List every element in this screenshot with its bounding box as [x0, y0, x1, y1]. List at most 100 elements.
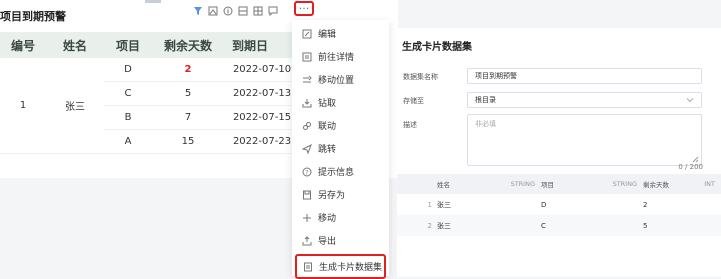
filter-icon[interactable] — [193, 6, 203, 16]
cell-name: 张三 — [46, 58, 104, 154]
dataset-name-value: 项目到期预警 — [475, 72, 517, 80]
menu-item-linkage[interactable]: 联动 — [292, 114, 389, 137]
export-icon — [302, 235, 312, 246]
col-header-id[interactable]: 编号 — [0, 32, 46, 58]
store-to-value: 根目录 — [475, 96, 496, 104]
preview-col-type: STRING — [591, 174, 643, 194]
cell-days: 5 — [152, 81, 224, 106]
preview-cell-project: D — [541, 200, 547, 209]
grid-icon[interactable] — [253, 6, 263, 16]
char-counter: 0 / 200 — [678, 163, 703, 171]
tab-indicator — [145, 0, 161, 3]
menu-item-move[interactable]: 移动 — [292, 206, 389, 229]
menu-item-drill[interactable]: 钻取 — [292, 91, 389, 114]
cell-project: C — [104, 81, 152, 106]
description-placeholder: 非必填 — [475, 120, 496, 128]
more-menu-button[interactable]: ··· — [294, 1, 314, 16]
menu-item-tooltip[interactable]: ? 提示信息 — [292, 160, 389, 183]
menu-item-jump[interactable]: 跳转 — [292, 137, 389, 160]
preview-table: 姓名 STRING 项目 STRING 剩余天数 INT 1 张三 D 2 2 … — [397, 174, 721, 236]
menu-item-label: 另存为 — [318, 191, 346, 201]
preview-cell-name: 张三 — [437, 215, 541, 236]
cell-date: 2022-07-15 — [224, 105, 300, 130]
preview-col-type: INT — [681, 174, 721, 194]
cell-date: 2022-07-13 — [224, 81, 300, 106]
link-icon — [302, 121, 312, 131]
menu-item-move-position[interactable]: 移动位置 — [292, 68, 389, 91]
cell-project: B — [104, 105, 152, 130]
cell-date: 2022-07-23 — [224, 129, 300, 154]
dataset-name-input[interactable]: 项目到期预警 — [467, 68, 702, 84]
preview-row: 2 张三 C 5 — [397, 215, 721, 236]
table-row: 1 张三 D 2 2022-07-10 — [0, 58, 300, 154]
image-icon[interactable] — [208, 6, 218, 16]
preview-col-name: 姓名 — [437, 174, 489, 194]
cell-date: 2022-07-10 — [224, 58, 300, 82]
comment-icon[interactable] — [268, 6, 278, 16]
move-position-icon — [302, 75, 312, 85]
cell-days: 15 — [152, 129, 224, 154]
preview-row-index: 2 — [397, 215, 437, 236]
menu-item-label: 移动位置 — [318, 76, 355, 86]
cell-project: A — [104, 129, 152, 154]
menu-item-edit[interactable]: 编辑 — [292, 22, 389, 45]
preview-col-name: 剩余天数 — [643, 174, 681, 194]
col-header-project[interactable]: 项目 — [104, 32, 152, 58]
cell-days: 2 — [152, 58, 224, 82]
table-view-icon[interactable] — [238, 6, 248, 16]
menu-item-create-dataset[interactable]: 生成卡片数据集 — [295, 254, 386, 279]
store-to-select[interactable]: 根目录 — [467, 92, 702, 108]
card-title: 项目到期预警 — [0, 10, 66, 23]
more-icon: ··· — [298, 2, 310, 15]
menu-item-label: 提示信息 — [318, 168, 355, 178]
dataset-name-label: 数据集名称 — [403, 73, 438, 81]
menu-item-label: 编辑 — [318, 30, 337, 40]
dataset-icon — [303, 262, 313, 272]
more-context-menu: 编辑 前往详情 移动位置 钻取 联动 跳转 ? 提示信息 另存为 移动 导出 生… — [292, 20, 389, 279]
table-header-row: 编号 姓名 项目 剩余天数 到期日 — [0, 32, 300, 58]
warning-table: 编号 姓名 项目 剩余天数 到期日 1 张三 D 2 2022-07-10 C … — [0, 32, 300, 154]
menu-item-label: 前往详情 — [318, 53, 355, 63]
resize-handle-icon[interactable] — [692, 156, 699, 163]
svg-text:?: ? — [305, 169, 308, 176]
menu-item-save-as[interactable]: 另存为 — [292, 183, 389, 206]
cell-id: 1 — [0, 58, 46, 154]
description-textarea[interactable]: 非必填 — [467, 114, 702, 166]
cell-project: D — [104, 58, 152, 82]
store-to-label: 存储至 — [403, 97, 424, 105]
menu-item-label: 联动 — [318, 122, 337, 132]
preview-col-type: STRING — [489, 174, 541, 194]
menu-item-label: 跳转 — [318, 145, 337, 155]
preview-col-name: 项目 — [541, 174, 591, 194]
card-toolbar — [193, 3, 283, 19]
preview-row: 1 张三 D 2 — [397, 194, 721, 215]
preview-cell-name: 张三 — [437, 200, 451, 209]
save-as-icon — [302, 190, 312, 200]
tooltip-icon: ? — [302, 167, 312, 177]
detail-icon — [302, 52, 312, 62]
chevron-down-icon — [686, 96, 694, 104]
preview-cell-days: 2 — [643, 200, 648, 209]
menu-item-export[interactable]: 导出 — [292, 229, 389, 252]
dialog-title: 生成卡片数据集 — [402, 42, 472, 53]
col-header-date[interactable]: 到期日 — [224, 32, 300, 58]
col-header-name[interactable]: 姓名 — [46, 32, 104, 58]
menu-item-label: 生成卡片数据集 — [319, 263, 383, 273]
menu-item-detail[interactable]: 前往详情 — [292, 45, 389, 68]
drill-icon — [302, 98, 312, 108]
menu-item-label: 钻取 — [318, 99, 337, 109]
menu-item-label: 移动 — [318, 214, 337, 224]
preview-header-row: 姓名 STRING 项目 STRING 剩余天数 INT — [397, 174, 721, 194]
preview-row-index: 1 — [427, 200, 432, 209]
preview-cell-days: 5 — [643, 215, 721, 236]
col-header-days[interactable]: 剩余天数 — [152, 32, 224, 58]
edit-icon — [302, 29, 312, 39]
menu-item-label: 导出 — [318, 237, 337, 247]
description-label: 描述 — [403, 121, 417, 129]
move-icon — [302, 213, 312, 223]
jump-icon — [302, 143, 312, 154]
info-icon[interactable] — [223, 6, 233, 16]
preview-cell-project: C — [541, 215, 643, 236]
cell-days: 7 — [152, 105, 224, 130]
create-dataset-dialog: 生成卡片数据集 数据集名称 项目到期预警 存储至 根目录 描述 非必填 0 / … — [397, 28, 721, 277]
